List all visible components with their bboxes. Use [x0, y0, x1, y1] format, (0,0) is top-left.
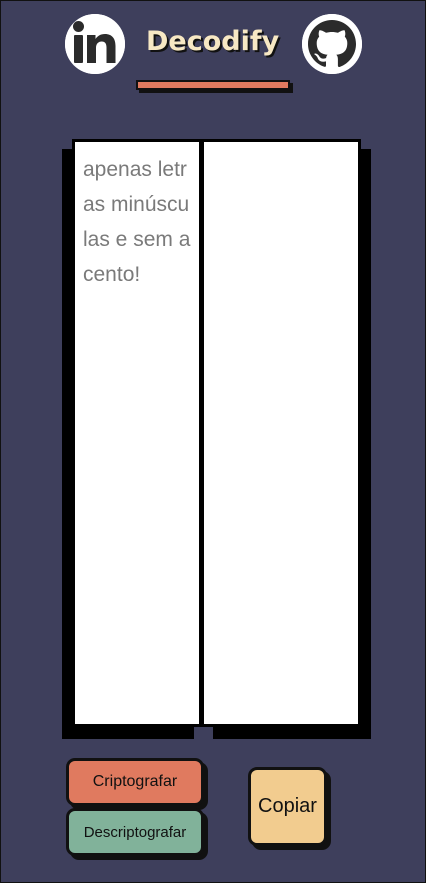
linkedin-link[interactable]	[65, 14, 125, 74]
github-link[interactable]	[302, 14, 362, 74]
result-output[interactable]	[201, 139, 361, 727]
brand-title: Decodify	[146, 26, 280, 57]
message-input-placeholder: apenas letras minúsculas e sem acento!	[83, 158, 191, 286]
github-icon	[302, 14, 362, 74]
message-input[interactable]: apenas letras minúsculas e sem acento!	[72, 139, 202, 727]
copy-button[interactable]: Copiar	[248, 767, 327, 846]
brand-underline	[136, 80, 290, 90]
decrypt-button[interactable]: Descriptografar	[66, 808, 204, 856]
encrypt-button[interactable]: Criptografar	[66, 758, 204, 806]
linkedin-icon	[65, 14, 125, 74]
